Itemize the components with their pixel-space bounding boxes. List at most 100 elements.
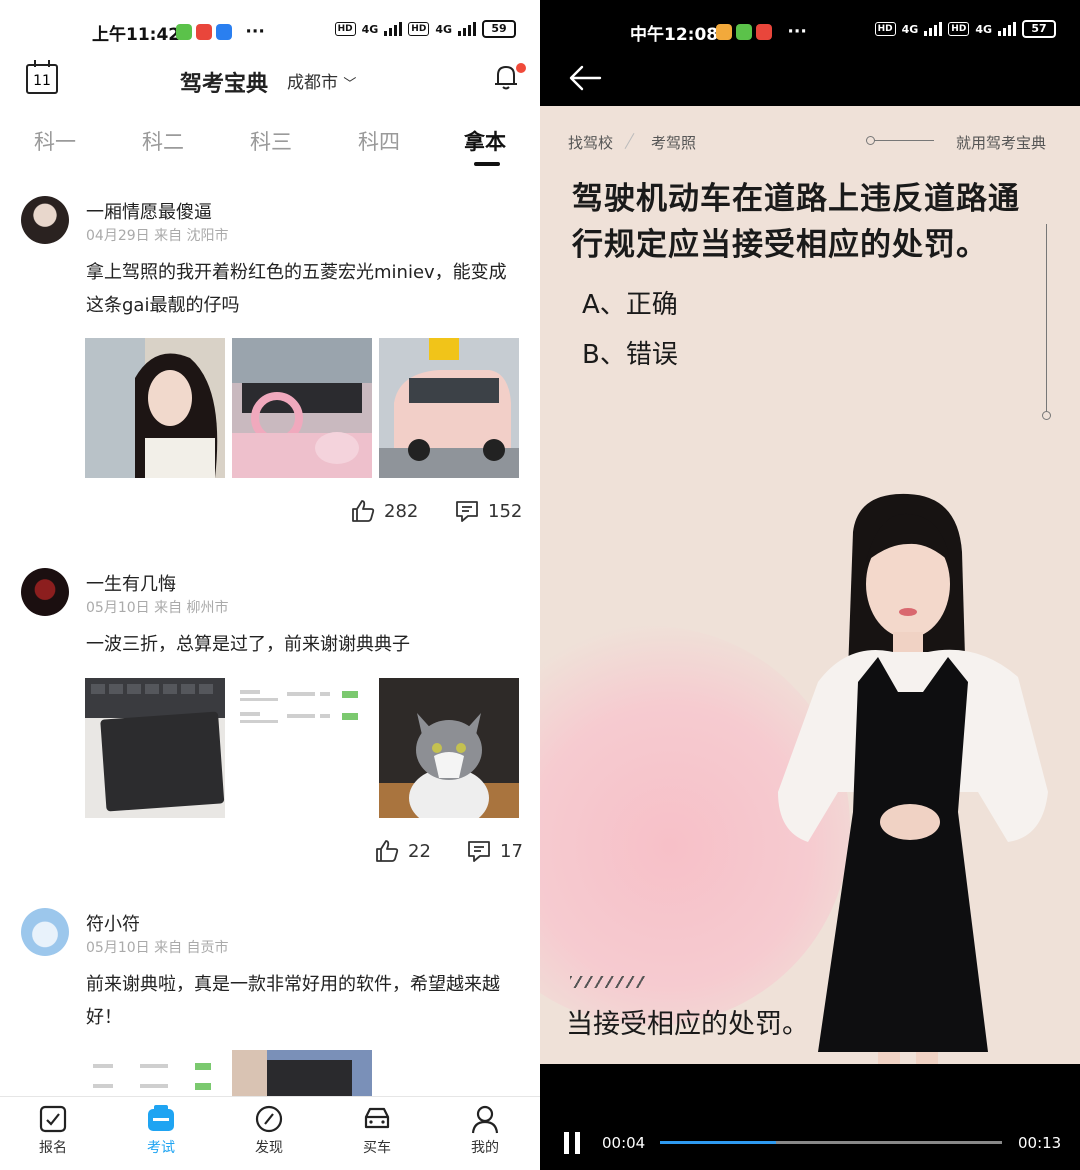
hd-badge-2: HD (408, 22, 430, 36)
nav-discover[interactable]: 发现 (234, 1103, 304, 1157)
app-header: 11 驾考宝典 成都市 ﹀ (0, 58, 540, 108)
status-bar: 中午12:08 ··· HD 4G HD 4G 57 (540, 0, 1080, 62)
hd-badge: HD (334, 22, 356, 36)
exam-icon (148, 1105, 174, 1131)
signal-icon (384, 22, 403, 36)
comment-button[interactable]: 17 (466, 838, 523, 864)
app-notification-icon (716, 24, 732, 40)
app-title: 驾考宝典 (180, 72, 269, 97)
left-screen: 上午11:42 ··· HD 4G HD 4G 59 11 驾考宝典 成都市 ﹀… (0, 0, 540, 1170)
net-label-2: 4G (975, 22, 992, 36)
tab-subject-2[interactable]: 科二 (142, 126, 184, 156)
video-crumb-1: 找驾校 (568, 134, 614, 152)
signal-icon-2 (458, 22, 476, 36)
signal-icon-2 (998, 22, 1016, 36)
pause-icon[interactable] (562, 1132, 582, 1154)
question-text: 驾驶机动车在道路上违反道路通行规定应当接受相应的处罚。 (572, 181, 1020, 263)
decorative-hatch (570, 976, 646, 988)
like-count: 282 (384, 500, 419, 522)
calendar-icon[interactable]: 11 (26, 60, 58, 94)
tab-subject-4[interactable]: 科四 (358, 126, 400, 156)
nav-profile[interactable]: 我的 (450, 1103, 520, 1157)
city-selector[interactable]: 成都市 ﹀ (287, 68, 356, 93)
net-label: 4G (361, 22, 379, 36)
nav-label: 报名 (39, 1140, 67, 1156)
comment-count: 17 (500, 840, 523, 862)
calendar-day: 11 (33, 73, 51, 89)
nav-label: 考试 (147, 1140, 175, 1156)
back-arrow-icon[interactable] (568, 64, 602, 92)
progress-fill (660, 1141, 777, 1144)
post-username[interactable]: 一厢情愿最傻逼 (86, 198, 212, 224)
like-count: 22 (408, 840, 431, 862)
post-username[interactable]: 符小符 (86, 910, 140, 936)
tab-subject-1[interactable]: 科一 (34, 126, 76, 156)
video-slogan: 就用驾考宝典 (956, 134, 1047, 152)
post-meta: 05月10日 来自 柳州市 (86, 600, 229, 616)
like-button[interactable]: 282 (350, 498, 418, 524)
post-photo-score-screenshot[interactable] (85, 1050, 225, 1096)
post-photo-booklet[interactable] (232, 1050, 372, 1096)
post-photo-score-screenshot[interactable] (232, 678, 372, 818)
vertical-divider (1042, 224, 1051, 420)
nav-label: 我的 (471, 1140, 499, 1156)
battery-icon: 59 (482, 20, 516, 38)
nav-exam[interactable]: 考试 (126, 1103, 196, 1157)
avatar[interactable] (21, 196, 69, 244)
more-dots-icon: ··· (245, 22, 265, 42)
subject-tabs: 科一 科二 科三 科四 拿本 (0, 112, 540, 172)
net-label-2: 4G (435, 22, 452, 36)
status-bar: 上午11:42 ··· HD 4G HD 4G 59 (0, 0, 540, 62)
post-photo-license-booklet[interactable] (85, 678, 225, 818)
thumbs-up-icon (352, 500, 375, 522)
thumbs-up-icon (376, 840, 399, 862)
nav-signup[interactable]: 报名 (18, 1103, 88, 1157)
avatar[interactable] (21, 568, 69, 616)
slogan-line (866, 136, 934, 145)
profile-icon (471, 1105, 499, 1134)
nav-buy-car[interactable]: 买车 (342, 1103, 412, 1157)
avatar[interactable] (21, 908, 69, 956)
post-meta: 05月10日 来自 自贡市 (86, 940, 229, 956)
post-meta: 04月29日 来自 沈阳市 (86, 228, 229, 244)
comment-count: 152 (488, 500, 523, 522)
video-frame[interactable]: 找驾校 考驾照 就用驾考宝典 驾驶机动车在道路上违反道路通行规定应当接受相应的处… (540, 106, 1080, 1064)
post-photo-cat[interactable] (379, 678, 519, 818)
post-photo-pink-car[interactable] (379, 338, 519, 478)
download-icon (736, 24, 752, 40)
download-icon (176, 24, 192, 40)
more-dots-icon: ··· (787, 22, 807, 42)
battery-icon: 57 (1022, 20, 1056, 38)
signup-icon (39, 1105, 67, 1133)
option-b: B、错误 (582, 340, 678, 370)
discover-icon (255, 1105, 283, 1133)
status-right: HD 4G HD 4G 57 (874, 20, 1056, 38)
active-tab-indicator (474, 162, 500, 166)
like-button[interactable]: 22 (374, 838, 431, 864)
video-subtitle: 当接受相应的处罚。 (566, 1009, 809, 1040)
crumb-divider (624, 132, 635, 150)
alipay-icon (216, 24, 232, 40)
hd-badge: HD (874, 22, 896, 36)
post-photo-car-interior[interactable] (232, 338, 372, 478)
post-text: 拿上驾照的我开着粉红色的五菱宏光miniev，能变成这条gai最靓的仔吗 (86, 262, 507, 316)
tab-subject-3[interactable]: 科三 (250, 126, 292, 156)
status-time: 中午12:08 (630, 25, 719, 45)
chevron-down-icon: ﹀ (343, 77, 357, 92)
tab-get-license[interactable]: 拿本 (464, 126, 506, 156)
total-time: 00:13 (1018, 1134, 1062, 1152)
bottom-nav: 报名 考试 发现 买车 我的 (0, 1096, 540, 1170)
comment-icon (468, 841, 490, 862)
status-time: 上午11:42 (92, 25, 181, 45)
comment-button[interactable]: 152 (454, 498, 522, 524)
nav-label: 发现 (255, 1140, 283, 1156)
net-label: 4G (901, 22, 919, 36)
news-app-icon (756, 24, 772, 40)
post-photo-portrait[interactable] (85, 338, 225, 478)
news-app-icon (196, 24, 212, 40)
progress-track[interactable] (660, 1141, 1002, 1144)
post-username[interactable]: 一生有几悔 (86, 570, 176, 596)
car-icon (364, 1107, 390, 1129)
post-text: 一波三折，总算是过了，前来谢谢典典子 (86, 634, 410, 655)
notification-dot (516, 63, 526, 73)
